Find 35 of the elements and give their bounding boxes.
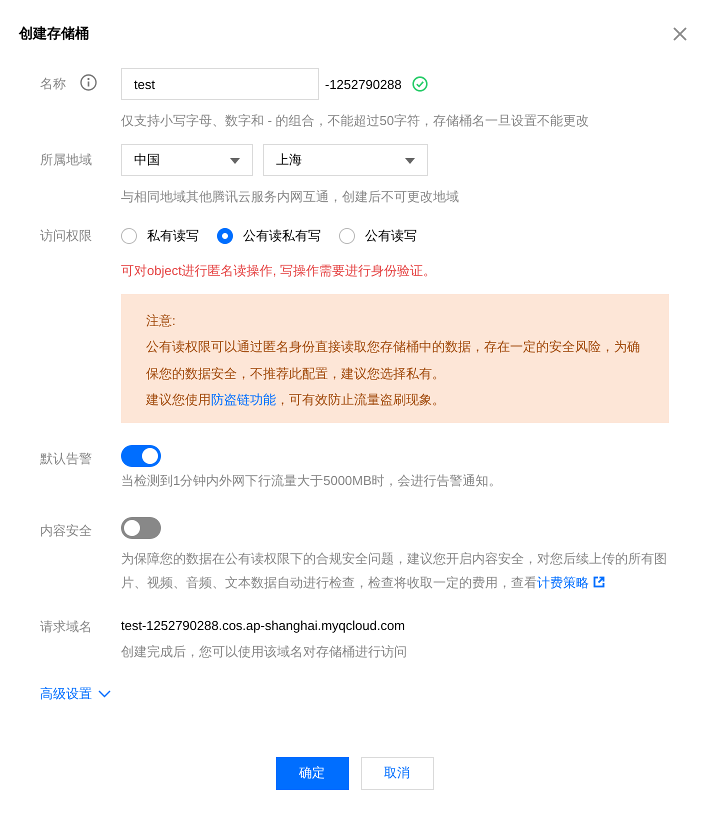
dialog-button[interactable]: 确定 bbox=[276, 756, 348, 790]
dialog-button[interactable]: 取消 bbox=[360, 756, 434, 790]
external-link-icon[interactable] bbox=[593, 576, 605, 588]
warning-text: 可对object进行匿名读操作, 写操作需要进行身份验证。 bbox=[121, 262, 437, 280]
radio-option[interactable]: 私有读写 bbox=[121, 227, 199, 245]
domain-text: test-1252790288.cos.ap-shanghai.myqcloud.com bbox=[121, 616, 406, 632]
hotlink-link[interactable]: 防盗链功能 bbox=[211, 392, 276, 407]
toggle-switch[interactable] bbox=[121, 444, 161, 466]
hint-text: 与相同地域其他腾讯云服务内网互通，创建后不可更改地域 bbox=[121, 188, 460, 206]
hint-text: 创建完成后，您可以使用该域名对存储桶进行访问 bbox=[121, 642, 408, 660]
radio-option[interactable]: 公有读写 bbox=[339, 227, 417, 245]
dropdown-select[interactable]: 中国 bbox=[121, 144, 253, 176]
notice-title: 注意: bbox=[146, 312, 177, 330]
advanced-settings-link[interactable]: 高级设置 bbox=[40, 684, 111, 702]
field-label: 请求域名 bbox=[40, 618, 92, 636]
chevron-icon bbox=[98, 690, 111, 698]
field-label: 名称 bbox=[40, 75, 66, 93]
field-label: 内容安全 bbox=[40, 522, 92, 540]
notice-text: 建议您使用防盗链功能，可有效防止流量盗刷现象。 bbox=[146, 391, 446, 409]
hint-text: 仅支持小写字母、数字和 - 的组合，不能超过50字符，存储桶名一旦设置不能更改 bbox=[121, 112, 590, 130]
hint-text: 为保障您的数据在公有读权限下的合规安全问题，建议您开启内容安全，对您后续上传的所有图片、视频、音频、文本数据自动进行检查，检查将收取一定的费用，查看计费策略 bbox=[121, 550, 668, 592]
field-label: 所属地域 bbox=[40, 151, 92, 169]
info-icon[interactable] bbox=[80, 74, 97, 91]
toggle-switch[interactable] bbox=[121, 516, 161, 538]
dropdown-select[interactable]: 上海 bbox=[263, 144, 428, 176]
close-icon[interactable] bbox=[673, 27, 687, 41]
appid-suffix: -1252790288 bbox=[325, 76, 402, 92]
field-label: 默认告警 bbox=[40, 450, 92, 468]
notice-text: 公有读权限可以通过匿名身份直接读取您存储桶中的数据，存在一定的安全风险，为确保您的数据安全，不推荐此配置，建议您选择私有。 bbox=[146, 338, 641, 382]
field-label: 访问权限 bbox=[40, 227, 92, 245]
pricing-link[interactable]: 计费策略 bbox=[537, 574, 589, 590]
radio-option[interactable]: 公有读私有写 bbox=[217, 227, 321, 245]
name-input-field[interactable]: test bbox=[121, 68, 319, 100]
hint-text: 当检测到1分钟内外网下行流量大于5000MB时，会进行告警通知。 bbox=[121, 472, 503, 490]
dialog-title: 创建存储桶 bbox=[19, 25, 89, 43]
